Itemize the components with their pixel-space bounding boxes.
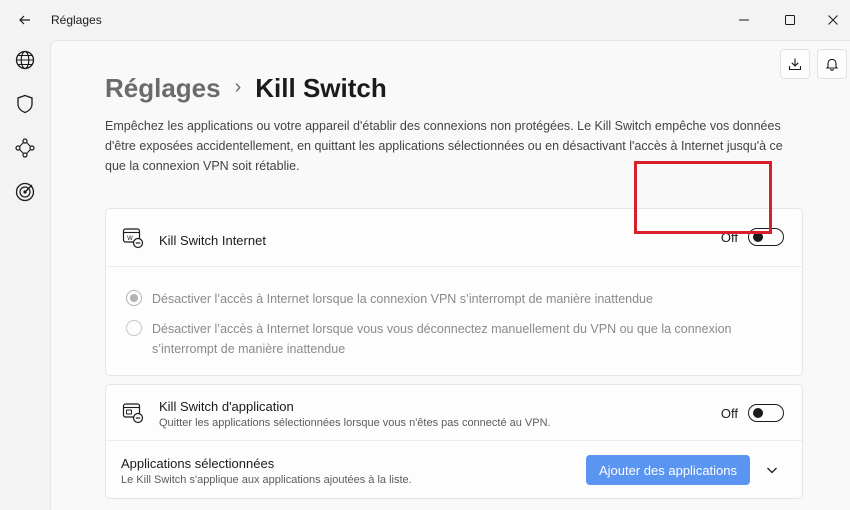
shield-icon xyxy=(17,94,33,114)
app-kill-switch-sublabel: Quitter les applications sélectionnées l… xyxy=(159,417,551,429)
radio-button[interactable] xyxy=(126,320,142,336)
breadcrumb: Réglages › Kill Switch xyxy=(105,73,387,104)
radio-option-label: Désactiver l’accès à Internet lorsque la… xyxy=(152,292,653,306)
toggle-knob xyxy=(753,408,763,418)
back-button[interactable] xyxy=(12,8,38,32)
app-title: Réglages xyxy=(51,13,102,27)
card-divider xyxy=(106,266,802,267)
meshnet-icon xyxy=(15,138,35,158)
highlight-annotation xyxy=(634,161,772,234)
arrow-left-icon xyxy=(19,15,30,25)
app-kill-switch-toggle-group: Off xyxy=(721,404,784,422)
app-kill-switch-card: Kill Switch d'application Quitter les ap… xyxy=(105,384,803,499)
maximize-icon xyxy=(785,15,795,25)
nav-item-meshnet[interactable] xyxy=(10,133,40,163)
nav-item-countries[interactable] xyxy=(10,45,40,75)
title-bar: Réglages xyxy=(0,0,850,40)
target-icon xyxy=(15,182,35,202)
nav-item-protection[interactable] xyxy=(10,89,40,119)
internet-kill-switch-label: Kill Switch Internet xyxy=(159,233,266,248)
download-icon xyxy=(788,58,802,71)
close-button[interactable] xyxy=(818,6,848,34)
radio-option-manual-disconnect[interactable]: Désactiver l’accès à Internet lorsque vo… xyxy=(126,319,772,359)
expand-selected-apps-button[interactable] xyxy=(759,457,785,483)
app-kill-switch-label: Kill Switch d'application xyxy=(159,399,294,414)
selected-apps-label: Applications sélectionnées xyxy=(121,456,275,471)
nav-item-threat-protection[interactable] xyxy=(10,177,40,207)
notifications-button[interactable] xyxy=(817,49,847,79)
page-title: Kill Switch xyxy=(255,73,387,103)
svg-text:W: W xyxy=(127,235,133,242)
radio-option-label: Désactiver l’accès à Internet lorsque vo… xyxy=(152,322,732,356)
bell-icon xyxy=(825,58,839,71)
minimize-icon xyxy=(739,19,749,21)
app-kill-switch-icon xyxy=(122,403,144,424)
minimize-button[interactable] xyxy=(729,6,759,34)
download-button[interactable] xyxy=(780,49,810,79)
breadcrumb-parent[interactable]: Réglages xyxy=(105,73,221,104)
radio-option-unexpected-disconnect[interactable]: Désactiver l’accès à Internet lorsque la… xyxy=(126,289,772,309)
settings-content: Réglages › Kill Switch Empêchez les appl… xyxy=(50,40,850,510)
nav-rail xyxy=(0,40,50,510)
app-kill-switch-row: Kill Switch d'application Quitter les ap… xyxy=(106,385,802,441)
app-kill-switch-state: Off xyxy=(720,405,738,421)
app-kill-switch-toggle[interactable] xyxy=(748,404,784,422)
maximize-button[interactable] xyxy=(775,6,805,34)
radio-button-selected[interactable] xyxy=(126,290,142,306)
selected-apps-sublabel: Le Kill Switch s'applique aux applicatio… xyxy=(121,474,412,486)
internet-kill-switch-icon: W xyxy=(122,228,144,249)
add-applications-button[interactable]: Ajouter des applications xyxy=(586,455,750,485)
close-icon xyxy=(828,15,838,25)
chevron-down-icon xyxy=(767,467,777,474)
card-divider xyxy=(106,440,802,441)
breadcrumb-separator: › xyxy=(234,76,242,98)
globe-icon xyxy=(15,50,35,70)
